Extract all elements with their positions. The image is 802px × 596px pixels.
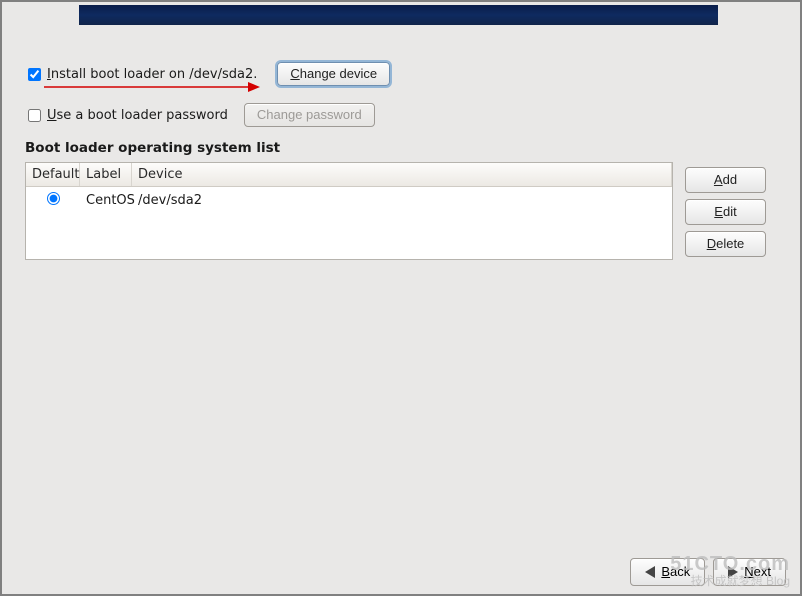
change-device-button[interactable]: Change device xyxy=(277,62,390,86)
back-button[interactable]: Back xyxy=(630,558,705,586)
os-list-title: Boot loader operating system list xyxy=(25,140,280,156)
use-password-checkbox[interactable] xyxy=(28,109,41,122)
install-bootloader-row: Install boot loader on /dev/sda2. Change… xyxy=(28,62,390,86)
col-label[interactable]: Label xyxy=(80,163,132,186)
default-os-radio[interactable] xyxy=(47,192,60,205)
table-row[interactable]: CentOS /dev/sda2 xyxy=(26,187,672,211)
header-banner xyxy=(79,5,718,25)
col-device[interactable]: Device xyxy=(132,163,672,186)
change-password-button: Change password xyxy=(244,103,375,127)
os-label-cell: CentOS xyxy=(80,193,132,208)
col-default[interactable]: Default xyxy=(26,163,80,186)
os-list-table: Default Label Device CentOS /dev/sda2 xyxy=(25,162,673,260)
os-list-actions: Add Edit Delete xyxy=(685,167,766,257)
install-bootloader-checkbox[interactable] xyxy=(28,68,41,81)
edit-button[interactable]: Edit xyxy=(685,199,766,225)
next-button[interactable]: Next xyxy=(713,558,786,586)
install-bootloader-label: Install boot loader on /dev/sda2. xyxy=(47,67,257,82)
arrow-left-icon xyxy=(645,566,655,578)
delete-button[interactable]: Delete xyxy=(685,231,766,257)
arrow-right-icon xyxy=(728,566,738,578)
os-list-header: Default Label Device xyxy=(26,163,672,187)
add-button[interactable]: Add xyxy=(685,167,766,193)
default-radio-cell xyxy=(26,192,80,209)
bootloader-password-row: Use a boot loader password Change passwo… xyxy=(28,103,375,127)
os-device-cell: /dev/sda2 xyxy=(132,193,672,208)
wizard-nav: Back Next xyxy=(0,558,802,586)
window-border xyxy=(0,0,802,596)
use-password-label: Use a boot loader password xyxy=(47,108,228,123)
